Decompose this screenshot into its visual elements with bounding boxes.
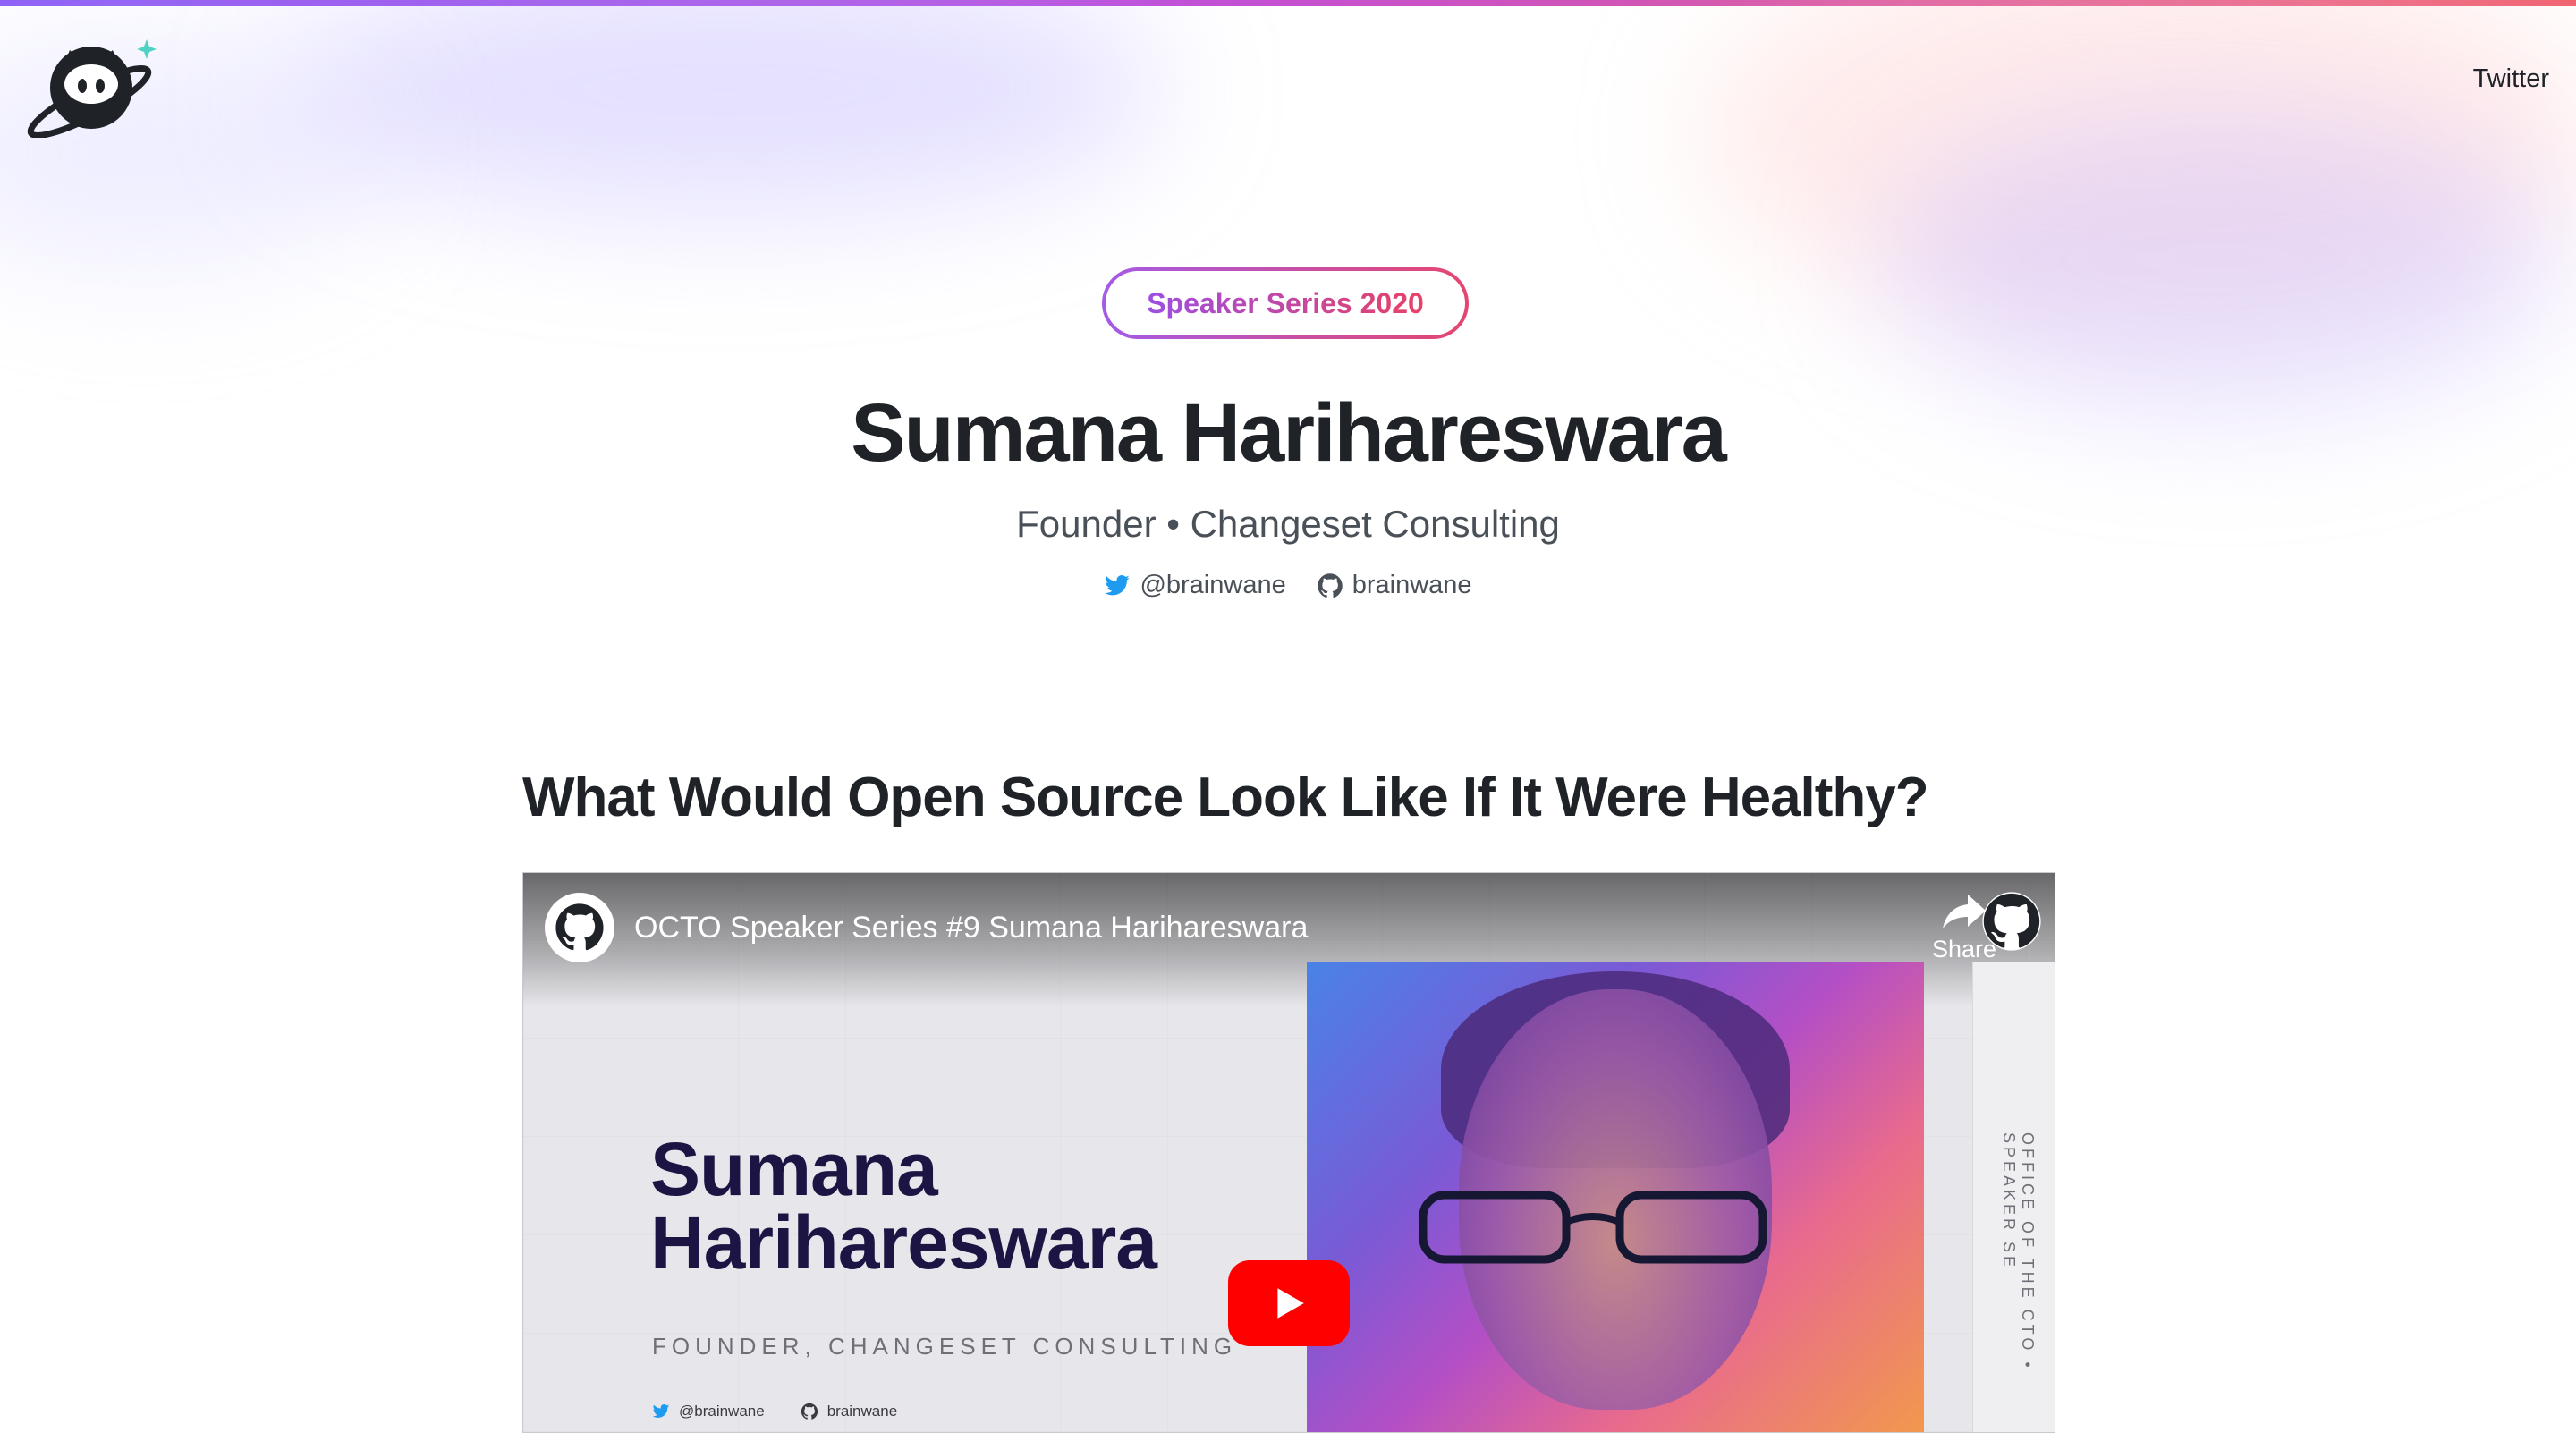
github-handle: brainwane xyxy=(1352,571,1472,599)
slide-speaker-name: Sumana Harihareswara xyxy=(650,1127,1157,1285)
speaker-role: Founder • Changeset Consulting xyxy=(1016,503,1560,545)
background-glow xyxy=(1699,0,2576,322)
speaker-name: Sumana Harihareswara xyxy=(851,387,1727,479)
twitter-bird-icon xyxy=(1105,574,1131,595)
speaker-handles: @brainwane brainwane xyxy=(0,571,2576,600)
youtube-play-button[interactable] xyxy=(1228,1260,1350,1346)
top-accent-bar xyxy=(0,0,2576,6)
octocat-astronaut-logo-icon[interactable] xyxy=(27,32,161,140)
badge-label: Speaker Series 2020 xyxy=(1147,286,1424,319)
slide-side-text: OFFICE OF THE CTO • SPEAKER SE xyxy=(2000,1132,2037,1371)
nav-twitter-link[interactable]: Twitter xyxy=(2473,64,2549,94)
play-icon xyxy=(1277,1288,1304,1319)
background-glow xyxy=(1878,107,2558,411)
twitter-bird-icon xyxy=(652,1404,670,1418)
github-icon xyxy=(555,903,604,951)
slide-speaker-role: FOUNDER, CHANGESET CONSULTING xyxy=(652,1333,1238,1360)
channel-avatar[interactable] xyxy=(545,893,614,962)
background-glow xyxy=(286,0,1163,215)
twitter-handle: @brainwane xyxy=(1140,571,1286,599)
twitter-handle-link[interactable]: @brainwane xyxy=(1104,571,1286,600)
github-handle-link[interactable]: brainwane xyxy=(1317,571,1472,600)
video-title[interactable]: OCTO Speaker Series #9 Sumana Hariharesw… xyxy=(634,911,1308,945)
github-icon xyxy=(801,1403,818,1420)
github-watermark-icon xyxy=(1982,892,2041,951)
github-icon xyxy=(1317,572,1343,598)
speaker-photo xyxy=(1307,962,1924,1432)
glasses-shape xyxy=(1419,1191,1767,1264)
speaker-series-badge[interactable]: Speaker Series 2020 xyxy=(1102,267,1469,339)
slide-handles: @brainwane brainwane xyxy=(652,1403,897,1420)
youtube-video-embed[interactable]: OFFICE OF THE CTO • SPEAKER SE Sumana Ha… xyxy=(522,872,2055,1433)
talk-title: What Would Open Source Look Like If It W… xyxy=(522,767,1929,828)
